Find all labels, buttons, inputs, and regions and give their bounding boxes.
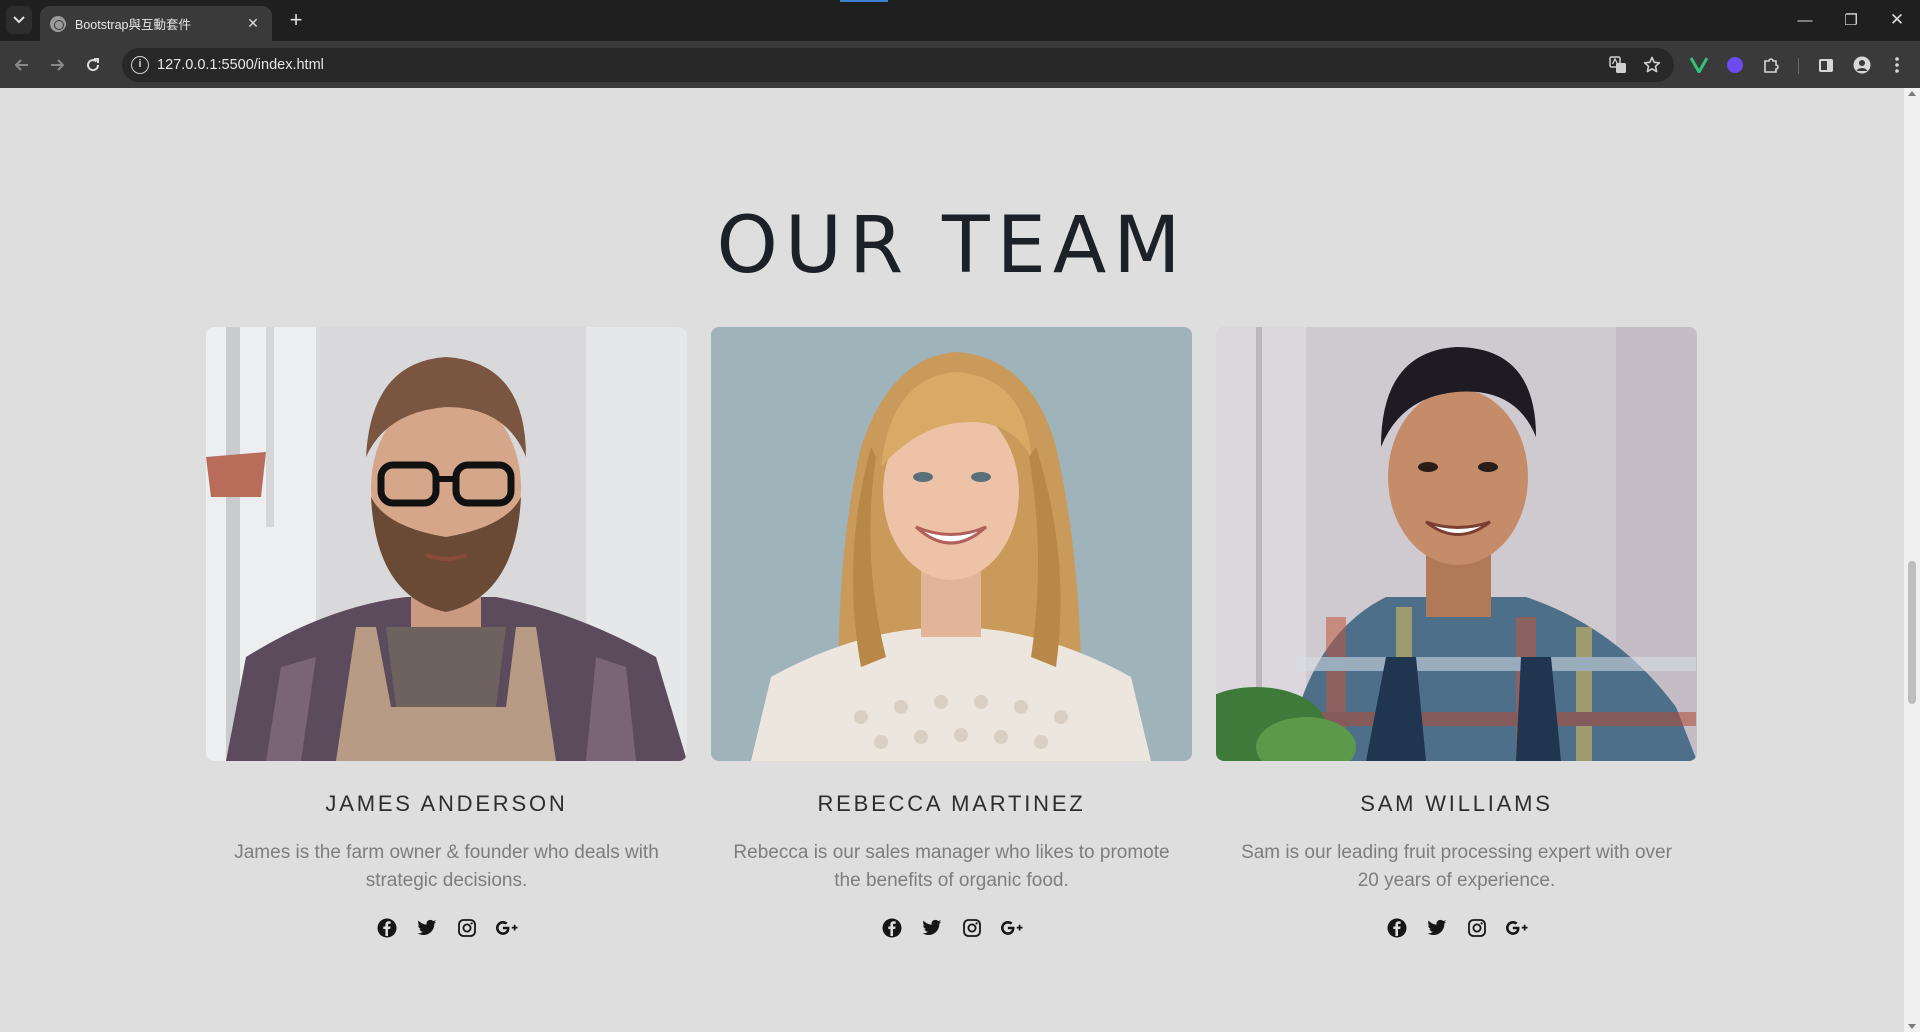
toolbar-divider <box>1798 58 1799 74</box>
minimize-button[interactable]: — <box>1782 4 1828 36</box>
arrow-left-icon <box>14 59 28 71</box>
member-photo <box>711 327 1192 761</box>
member-description: James is the farm owner & founder who de… <box>234 842 659 891</box>
profile-avatar-icon[interactable] <box>1851 54 1873 76</box>
scroll-up-arrow-icon[interactable] <box>1908 91 1916 96</box>
google-plus-icon[interactable] <box>1000 917 1023 939</box>
google-plus-icon[interactable] <box>495 917 518 939</box>
forward-button[interactable] <box>44 52 70 78</box>
facebook-icon[interactable] <box>881 917 903 939</box>
social-links <box>206 917 687 939</box>
twitter-icon[interactable] <box>1426 917 1448 939</box>
member-name: JAMES ANDERSON <box>325 791 568 816</box>
social-links <box>711 917 1192 939</box>
browser-titlebar: Bootstrap與互動套件 ✕ + — ❐ ✕ <box>0 0 1920 41</box>
facebook-icon[interactable] <box>1386 917 1408 939</box>
instagram-icon[interactable] <box>961 917 983 939</box>
instagram-icon[interactable] <box>456 917 478 939</box>
restore-button[interactable]: ❐ <box>1828 4 1874 36</box>
back-button[interactable] <box>9 52 35 78</box>
address-bar[interactable]: i 127.0.0.1:5500/index.html <box>122 48 1674 82</box>
member-photo <box>206 327 687 761</box>
arrow-right-icon <box>51 59 65 71</box>
reload-button[interactable] <box>80 52 106 78</box>
chevron-down-icon <box>13 16 25 24</box>
tab-search-button[interactable] <box>6 6 32 34</box>
side-panel-icon[interactable] <box>1815 54 1837 76</box>
new-tab-button[interactable]: + <box>282 7 310 33</box>
member-description: Rebecca is our sales manager who likes t… <box>733 842 1170 891</box>
section-title: OUR TEAM <box>716 201 1188 291</box>
translate-icon[interactable] <box>1608 56 1628 76</box>
browser-toolbar: i 127.0.0.1:5500/index.html <box>0 41 1920 88</box>
bookmark-star-icon[interactable] <box>1642 56 1662 76</box>
member-name: SAM WILLIAMS <box>1360 791 1553 816</box>
team-member-card: REBECCA MARTINEZ Rebecca is our sales ma… <box>711 327 1192 939</box>
url-text[interactable]: 127.0.0.1:5500/index.html <box>157 57 324 73</box>
site-info-icon[interactable]: i <box>131 56 149 74</box>
globe-icon <box>50 15 66 32</box>
team-member-card: JAMES ANDERSON James is the farm owner &… <box>206 327 687 939</box>
team-member-card: SAM WILLIAMS Sam is our leading fruit pr… <box>1216 327 1697 939</box>
member-photo <box>1216 327 1697 761</box>
page-content: OUR TEAM JAMES ANDERSON James is the far… <box>0 88 1904 1032</box>
member-description: Sam is our leading fruit processing expe… <box>1241 842 1672 891</box>
tab-title: Bootstrap與互動套件 <box>75 18 192 32</box>
scrollbar-thumb[interactable] <box>1908 561 1916 704</box>
browser-tab[interactable]: Bootstrap與互動套件 ✕ <box>40 6 272 41</box>
reload-icon <box>87 58 100 72</box>
twitter-icon[interactable] <box>921 917 943 939</box>
scroll-down-arrow-icon[interactable] <box>1908 1024 1916 1029</box>
member-name: REBECCA MARTINEZ <box>817 791 1086 816</box>
vue-devtools-extension-icon[interactable] <box>1688 54 1710 76</box>
google-plus-icon[interactable] <box>1505 917 1528 939</box>
twitter-icon[interactable] <box>416 917 438 939</box>
close-tab-icon[interactable]: ✕ <box>244 15 262 32</box>
vertical-scrollbar[interactable] <box>1904 88 1920 1032</box>
extension-icon[interactable] <box>1724 54 1746 76</box>
facebook-icon[interactable] <box>376 917 398 939</box>
social-links <box>1216 917 1697 939</box>
browser-menu-icon[interactable] <box>1886 54 1908 76</box>
instagram-icon[interactable] <box>1466 917 1488 939</box>
close-window-button[interactable]: ✕ <box>1874 4 1920 36</box>
extensions-puzzle-icon[interactable] <box>1760 54 1782 76</box>
tab-strip-indicator <box>840 0 888 2</box>
